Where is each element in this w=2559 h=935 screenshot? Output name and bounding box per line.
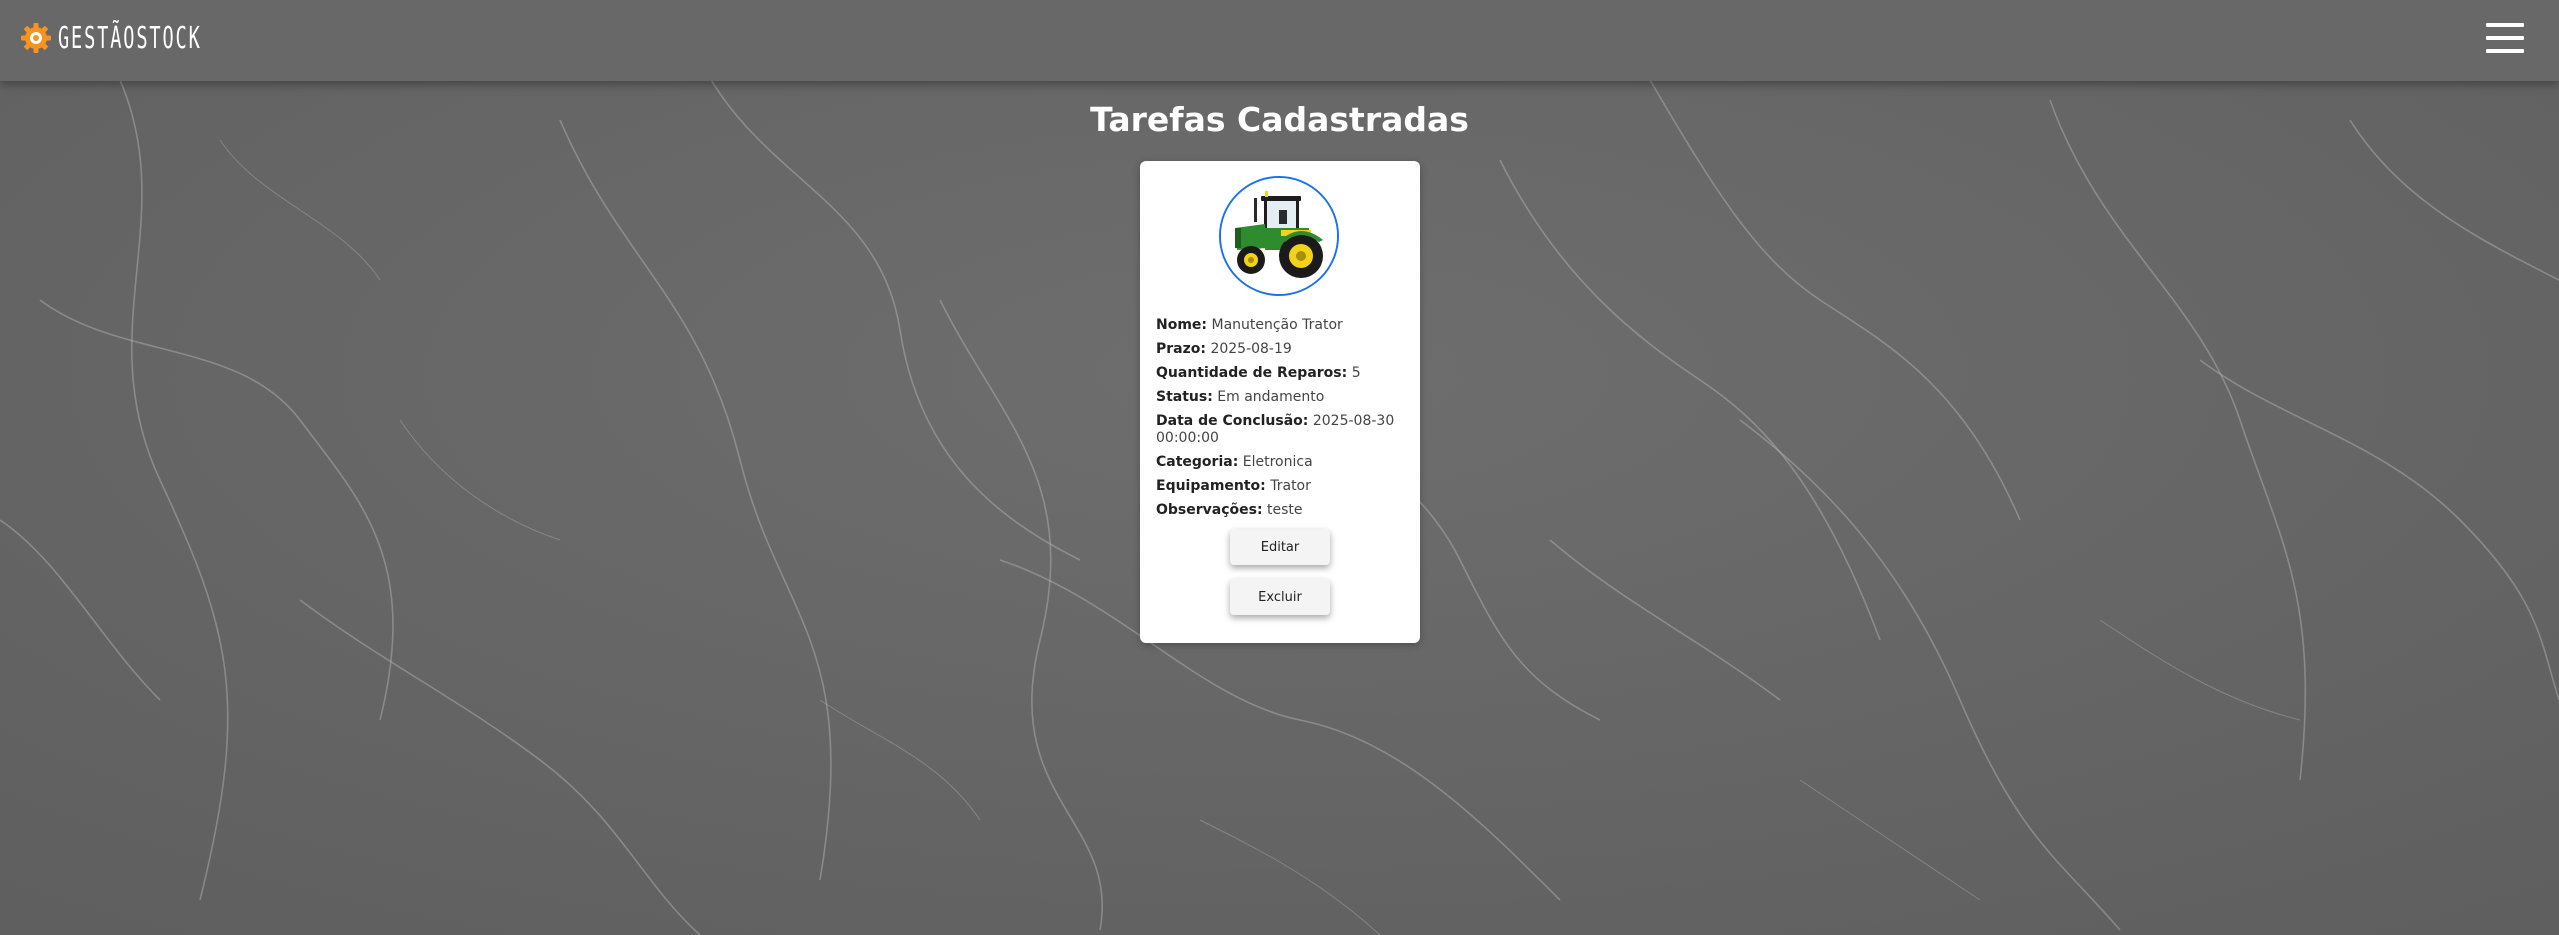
edit-button[interactable]: Editar bbox=[1230, 529, 1330, 565]
logo[interactable]: GESTÃOSTOCK bbox=[20, 19, 290, 57]
task-details: Nome: Manutenção Trator Prazo: 2025-08-1… bbox=[1156, 317, 1406, 526]
field-value: 5 bbox=[1351, 365, 1361, 381]
field-nome: Nome: Manutenção Trator bbox=[1156, 317, 1406, 334]
field-label: Observações: bbox=[1156, 502, 1263, 518]
field-value: 2025-08-19 bbox=[1210, 341, 1292, 357]
field-value: Em andamento bbox=[1217, 389, 1325, 405]
field-prazo: Prazo: 2025-08-19 bbox=[1156, 341, 1406, 358]
field-label: Status: bbox=[1156, 389, 1213, 405]
field-data-conclusao: Data de Conclusão: 2025-08-30 00:00:00 bbox=[1156, 413, 1406, 447]
field-label: Prazo: bbox=[1156, 341, 1206, 357]
task-image bbox=[1219, 176, 1339, 296]
field-value: teste bbox=[1267, 502, 1303, 518]
gear-icon bbox=[21, 23, 51, 53]
field-quantidade-reparos: Quantidade de Reparos: 5 bbox=[1156, 365, 1406, 382]
field-value: Trator bbox=[1270, 478, 1311, 494]
field-label: Nome: bbox=[1156, 317, 1208, 333]
menu-bar-bottom bbox=[2486, 49, 2524, 53]
field-observacoes: Observações: teste bbox=[1156, 502, 1406, 519]
field-categoria: Categoria: Eletronica bbox=[1156, 454, 1406, 471]
tractor-image bbox=[1221, 178, 1337, 294]
navbar: GESTÃOSTOCK bbox=[0, 0, 2559, 81]
logo-text: GESTÃOSTOCK bbox=[58, 20, 202, 56]
menu-bar-top bbox=[2486, 23, 2524, 27]
field-value: Manutenção Trator bbox=[1211, 317, 1343, 333]
field-equipamento: Equipamento: Trator bbox=[1156, 478, 1406, 495]
hamburger-menu-icon[interactable] bbox=[2486, 23, 2524, 53]
menu-bar-middle bbox=[2486, 36, 2524, 40]
field-label: Categoria: bbox=[1156, 454, 1239, 470]
field-label: Data de Conclusão: bbox=[1156, 413, 1309, 429]
field-label: Equipamento: bbox=[1156, 478, 1266, 494]
task-card: Nome: Manutenção Trator Prazo: 2025-08-1… bbox=[1140, 161, 1420, 643]
field-value: Eletronica bbox=[1242, 454, 1313, 470]
field-status: Status: Em andamento bbox=[1156, 389, 1406, 406]
field-label: Quantidade de Reparos: bbox=[1156, 365, 1348, 381]
delete-button[interactable]: Excluir bbox=[1230, 579, 1330, 615]
page-title: Tarefas Cadastradas bbox=[1090, 100, 1469, 139]
